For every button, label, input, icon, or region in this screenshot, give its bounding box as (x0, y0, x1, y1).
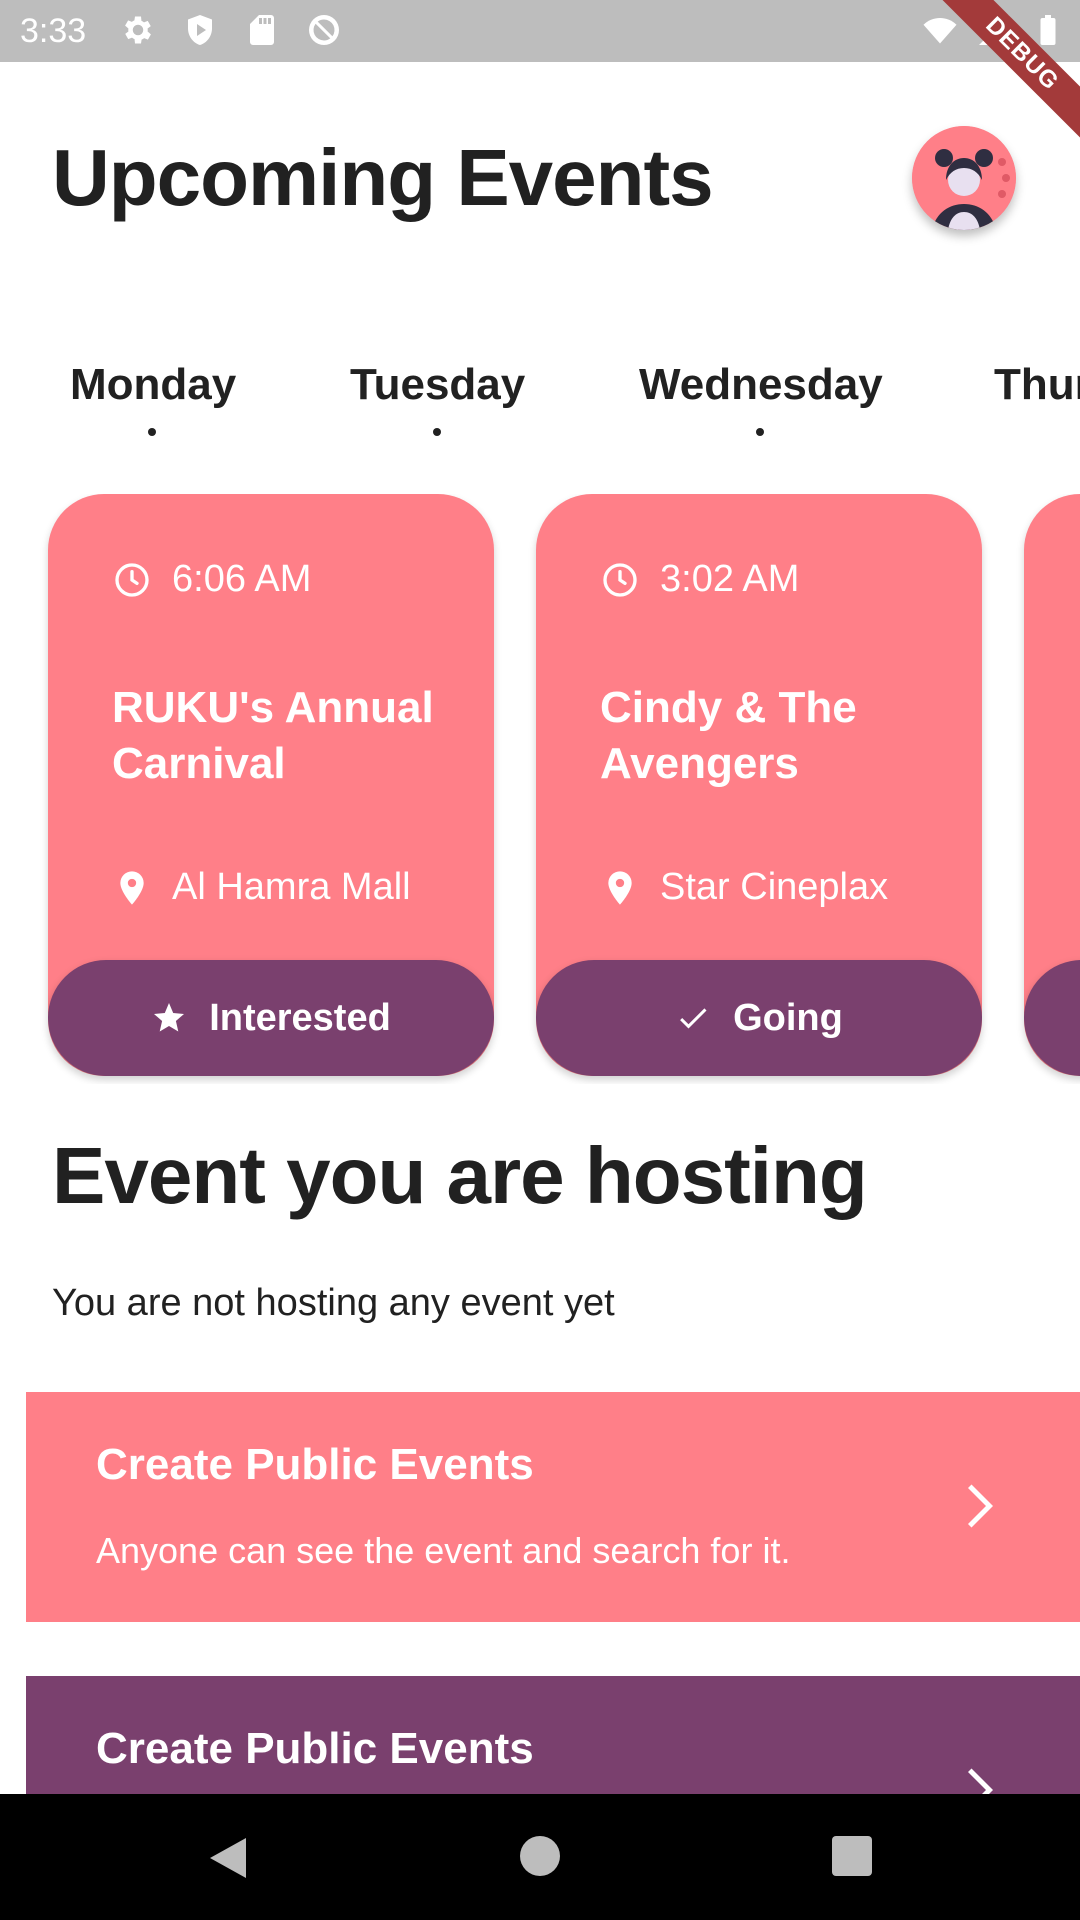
wifi-icon (923, 18, 957, 44)
going-button[interactable]: Going (536, 960, 982, 1076)
create-option-title: Create Public Events (96, 1440, 534, 1489)
status-icons-left (120, 12, 342, 48)
event-time-label: 3:02 AM (660, 558, 800, 600)
day-tab-label: Wednesday (639, 360, 883, 409)
event-card[interactable]: 3:02 AM Cindy & The Avengers Star Cinepl… (536, 494, 982, 1076)
hosting-section-title: Event you are hosting (52, 1131, 868, 1220)
create-option-title: Create Public Events (96, 1724, 534, 1773)
event-cards: 6:06 AM RUKU's Annual Carnival Al Hamra … (0, 494, 1080, 1084)
event-location: Al Hamra Mall (112, 866, 411, 909)
interested-button-label: Interested (209, 996, 391, 1039)
at-sign-icon (309, 15, 339, 45)
day-tabs: Monday Tuesday Wednesday Thur (0, 350, 1080, 450)
page-title: Upcoming Events (52, 133, 714, 222)
event-time-label: 6:06 AM (172, 558, 312, 600)
going-button-label: Going (733, 996, 843, 1039)
event-location-label: Al Hamra Mall (172, 866, 411, 908)
star-icon (154, 1003, 185, 1032)
clock-icon (603, 562, 637, 597)
event-card-partial[interactable] (1024, 494, 1080, 1076)
sd-card-icon (250, 15, 274, 45)
status-bar: 3:33 (0, 0, 1080, 62)
user-avatar-icon (912, 126, 1016, 230)
system-nav-bar (0, 1794, 1080, 1920)
event-action-button[interactable] (1024, 960, 1080, 1076)
event-time: 6:06 AM (112, 558, 311, 601)
avatar[interactable] (912, 126, 1016, 230)
event-title: Cindy & The Avengers (600, 683, 857, 788)
chevron-right-icon (968, 1484, 993, 1528)
clock-icon (115, 562, 149, 597)
location-pin-icon (120, 870, 144, 905)
day-tab-label: Tuesday (350, 360, 526, 409)
interested-button[interactable]: Interested (48, 960, 494, 1076)
event-location: Star Cineplax (600, 866, 888, 909)
event-title: RUKU's Annual Carnival (112, 683, 434, 788)
status-time: 3:33 (20, 12, 87, 50)
shield-icon (188, 15, 212, 45)
day-indicator-dot (756, 428, 764, 436)
hosting-empty-message: You are not hosting any event yet (52, 1282, 615, 1324)
day-indicator-dot (148, 428, 156, 436)
create-option-description: Anyone can see the event and search for … (96, 1530, 791, 1571)
day-indicator-dot (433, 428, 441, 436)
create-public-event-button[interactable]: Create Public Events Anyone can see the … (26, 1392, 1080, 1622)
back-icon[interactable] (206, 1834, 250, 1882)
event-time: 3:02 AM (600, 558, 799, 601)
event-card[interactable]: 6:06 AM RUKU's Annual Carnival Al Hamra … (48, 494, 494, 1076)
event-location-label: Star Cineplax (660, 866, 889, 908)
day-tab-label: Thur (994, 360, 1080, 409)
recents-icon[interactable] (832, 1836, 872, 1876)
check-icon (680, 1008, 707, 1029)
location-pin-icon (608, 870, 632, 905)
settings-icon (125, 16, 151, 44)
day-tab-label: Monday (70, 360, 237, 409)
home-icon[interactable] (520, 1836, 560, 1876)
